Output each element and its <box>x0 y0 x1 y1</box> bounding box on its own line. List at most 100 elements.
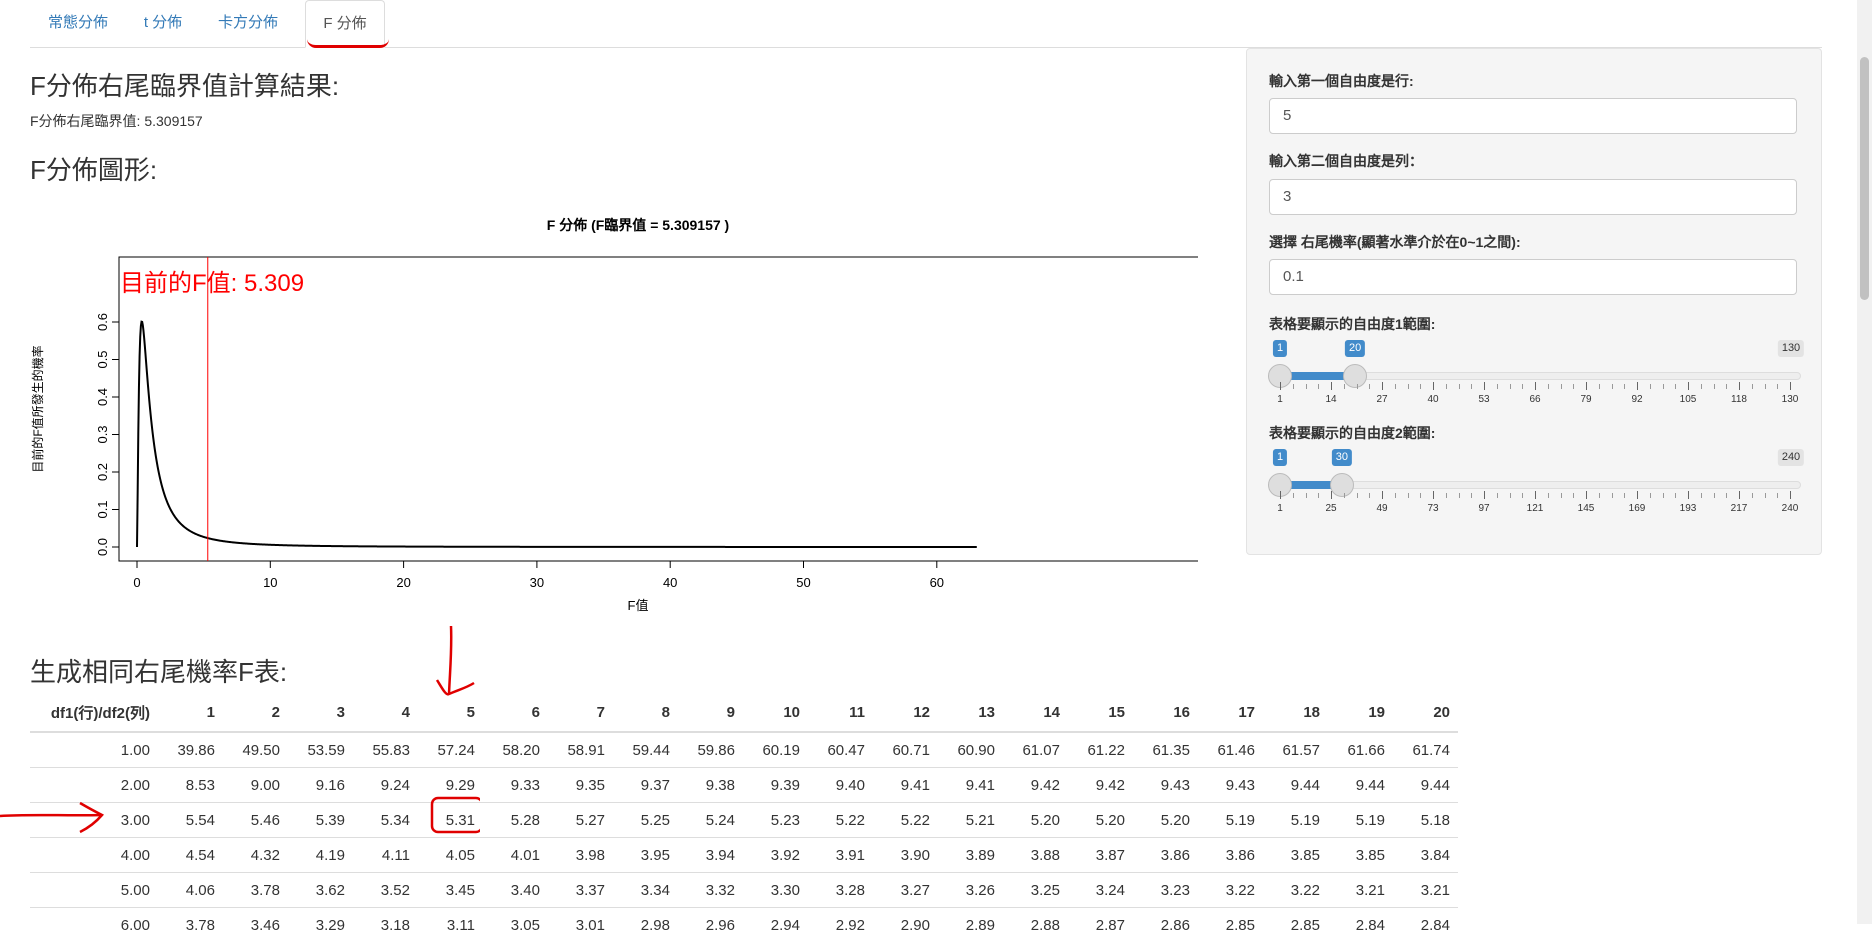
table-cell: 3.40 <box>483 873 548 908</box>
table-cell: 5.20 <box>1068 803 1133 838</box>
table-cell: 3.11 <box>418 908 483 942</box>
slider-tick <box>1306 384 1307 389</box>
slider-tick <box>1599 493 1600 498</box>
tab-normal[interactable]: 常態分佈 <box>30 0 126 46</box>
table-cell: 9.44 <box>1393 768 1458 803</box>
table-cell: 3.01 <box>548 908 613 942</box>
y-tick-label: 0.1 <box>95 500 110 518</box>
table-cell: 3.25 <box>1003 873 1068 908</box>
table-header-cell: 9 <box>678 694 743 732</box>
df2-input[interactable]: 3 <box>1269 179 1797 215</box>
table-cell: 3.94 <box>678 838 743 873</box>
x-tick-label: 10 <box>263 575 277 590</box>
slider-tick <box>1726 384 1727 389</box>
table-cell: 9.40 <box>808 768 873 803</box>
tab-t[interactable]: t 分佈 <box>126 0 200 46</box>
scrollbar-thumb[interactable] <box>1860 57 1869 300</box>
slider-tick <box>1752 493 1753 498</box>
slider-tick <box>1612 493 1613 498</box>
table-cell: 6.00 <box>30 908 158 942</box>
slider-tick <box>1293 384 1294 389</box>
table-header-cell: 18 <box>1263 694 1328 732</box>
table-cell: 9.41 <box>873 768 938 803</box>
slider-tick <box>1280 382 1281 390</box>
tab-bar: 常態分佈 t 分佈 卡方分佈 F 分佈 <box>30 0 1822 48</box>
table-cell: 3.86 <box>1198 838 1263 873</box>
table-cell: 3.26 <box>938 873 1003 908</box>
tab-chi-square[interactable]: 卡方分佈 <box>200 0 296 46</box>
table-header-cell: 14 <box>1003 694 1068 732</box>
page-scrollbar[interactable] <box>1857 0 1872 924</box>
prob-label: 選擇 右尾機率(顯著水準介於在0~1之間): <box>1269 232 1521 252</box>
table-cell: 2.98 <box>613 908 678 942</box>
table-cell: 58.91 <box>548 732 613 768</box>
table-cell: 2.96 <box>678 908 743 942</box>
critical-annotation: 目前的F值: 5.309 <box>120 270 304 297</box>
slider-handle-to[interactable] <box>1343 364 1367 388</box>
table-row: 4.004.544.324.194.114.054.013.983.953.94… <box>30 838 1458 873</box>
sidebar-panel: 輸入第一個自由度是行: 5 輸入第二個自由度是列： 3 選擇 右尾機率(顯著水準… <box>1246 48 1822 555</box>
table-cell: 3.91 <box>808 838 873 873</box>
table-header-cell: 20 <box>1393 694 1458 732</box>
slider-tick <box>1548 493 1549 498</box>
slider-tick <box>1739 382 1740 390</box>
slider-tick <box>1561 493 1562 498</box>
x-tick-label: 40 <box>663 575 677 590</box>
slider-tick <box>1510 384 1511 389</box>
table-cell: 5.22 <box>873 803 938 838</box>
slider-tick <box>1548 384 1549 389</box>
slider-tick <box>1612 384 1613 389</box>
table-cell: 3.18 <box>353 908 418 942</box>
slider-tick <box>1701 493 1702 498</box>
df1-range-slider[interactable]: 120130114274053667992105118130 <box>1269 339 1801 409</box>
markup-right-arrow <box>0 815 102 816</box>
slider-tick <box>1510 493 1511 498</box>
table-cell: 61.57 <box>1263 732 1328 768</box>
table-cell: 9.42 <box>1068 768 1133 803</box>
slider-to-value: 20 <box>1345 340 1365 357</box>
slider-handle-to[interactable] <box>1330 473 1354 497</box>
table-cell: 5.25 <box>613 803 678 838</box>
slider-tick <box>1573 493 1574 498</box>
markup-right-arrowhead <box>80 803 102 832</box>
slider-tick-label: 73 <box>1427 503 1438 514</box>
slider-tick-label: 1 <box>1277 394 1283 405</box>
slider-tick <box>1573 384 1574 389</box>
slider-tick <box>1446 384 1447 389</box>
slider-tick <box>1382 491 1383 499</box>
slider-tick <box>1357 384 1358 389</box>
slider-tick <box>1433 491 1434 499</box>
slider-tick <box>1369 493 1370 498</box>
table-cell: 5.20 <box>1003 803 1068 838</box>
slider-tick-label: 53 <box>1478 394 1489 405</box>
table-cell: 3.84 <box>1393 838 1458 873</box>
slider-tick <box>1408 384 1409 389</box>
df1-input[interactable]: 5 <box>1269 98 1797 134</box>
table-cell: 4.00 <box>30 838 158 873</box>
table-cell: 3.22 <box>1198 873 1263 908</box>
slider-tick-label: 105 <box>1680 394 1697 405</box>
x-axis: 0102030405060 <box>133 561 944 590</box>
table-cell: 3.92 <box>743 838 808 873</box>
table-cell: 61.22 <box>1068 732 1133 768</box>
slider-tick <box>1369 384 1370 389</box>
prob-input[interactable]: 0.1 <box>1269 259 1797 295</box>
df2-label: 輸入第二個自由度是列： <box>1269 151 1423 171</box>
table-header-cell: 10 <box>743 694 808 732</box>
table-cell: 3.28 <box>808 873 873 908</box>
markup-underline <box>307 39 389 48</box>
slider-tick <box>1395 384 1396 389</box>
table-cell: 5.18 <box>1393 803 1458 838</box>
slider-tick <box>1663 384 1664 389</box>
slider-max-value: 130 <box>1778 340 1804 357</box>
df2-range-slider[interactable]: 130240125497397121145169193217240 <box>1269 448 1801 518</box>
table-header-cell: 19 <box>1328 694 1393 732</box>
slider-tick <box>1344 384 1345 389</box>
table-cell: 3.88 <box>1003 838 1068 873</box>
table-cell: 2.89 <box>938 908 1003 942</box>
slider-tick-label: 193 <box>1680 503 1697 514</box>
table-cell: 2.86 <box>1133 908 1198 942</box>
slider-tick <box>1675 384 1676 389</box>
table-cell: 3.37 <box>548 873 613 908</box>
slider-tick <box>1459 384 1460 389</box>
